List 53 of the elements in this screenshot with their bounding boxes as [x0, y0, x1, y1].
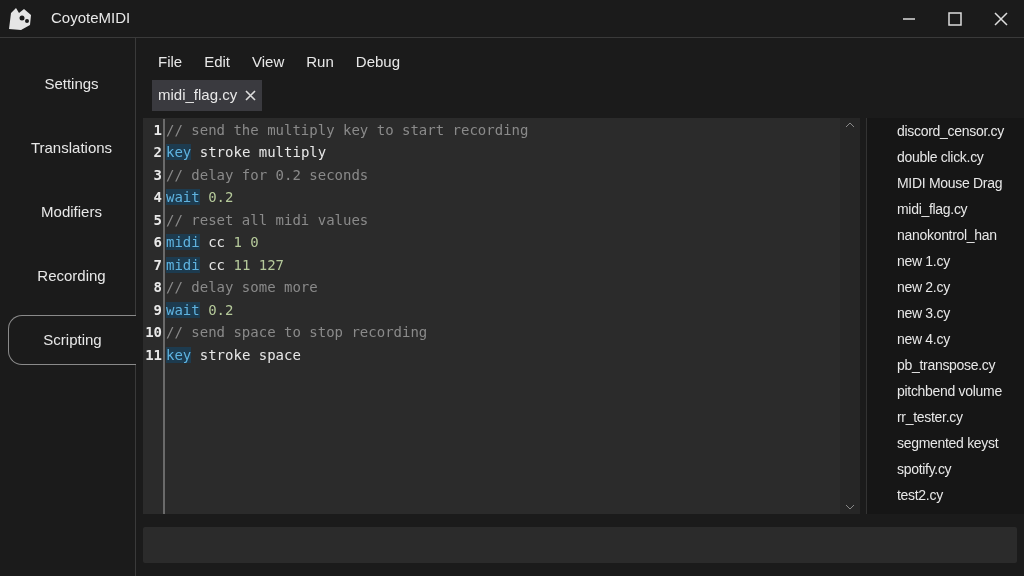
line-number: 1: [152, 120, 163, 140]
coyote-logo-icon: [7, 6, 33, 31]
tab-label: midi_flag.cy: [158, 85, 238, 106]
window-title: CoyoteMIDI: [51, 8, 131, 29]
code-line: key stroke multiply: [166, 143, 327, 163]
code-line: // send space to stop recording: [166, 323, 428, 343]
menu-item[interactable]: Debug: [347, 50, 408, 74]
file-tab[interactable]: midi_flag.cy: [152, 80, 263, 111]
file-list-item[interactable]: new 2.cy: [897, 274, 1024, 300]
line-number: 2: [152, 143, 163, 163]
line-number: 6: [152, 233, 163, 253]
code-line: // send the multiply key to start recording: [166, 120, 529, 140]
code-line: // reset all midi values: [166, 210, 369, 230]
sidebar-tab[interactable]: Modifiers: [8, 187, 135, 237]
sidebar-tab[interactable]: Recording: [8, 251, 135, 301]
menu-item[interactable]: View: [244, 50, 293, 74]
file-list-item[interactable]: rr_tester.cy: [897, 404, 1024, 430]
line-number: 8: [152, 278, 163, 298]
file-list-item[interactable]: pb_transpose.cy: [897, 352, 1024, 378]
menu-item[interactable]: File: [150, 50, 191, 74]
code-line: key stroke space: [166, 345, 301, 365]
code-line: wait 0.2: [166, 300, 234, 320]
line-number: 9: [152, 300, 163, 320]
code-line: midi cc 11 127: [166, 255, 285, 275]
file-list-item[interactable]: segmented keyst: [897, 430, 1024, 456]
line-number: 10: [144, 323, 163, 343]
sidebar-tab[interactable]: Translations: [8, 123, 135, 173]
code-line: wait 0.2: [166, 188, 234, 208]
line-number: 7: [152, 255, 163, 275]
file-list-item[interactable]: new 4.cy: [897, 326, 1024, 352]
code-line: // delay some more: [166, 278, 318, 298]
line-number: 5: [152, 210, 163, 230]
code-line: midi cc 1 0: [166, 233, 259, 253]
code-line: // delay for 0.2 seconds: [166, 165, 369, 185]
file-list-item[interactable]: nanokontrol_han: [897, 222, 1024, 248]
sidebar-tab[interactable]: Settings: [8, 59, 135, 109]
sidebar-tab[interactable]: Scripting: [8, 315, 136, 365]
menu-item[interactable]: Edit: [196, 50, 239, 74]
line-number: 3: [152, 165, 163, 185]
file-list-item[interactable]: double click.cy: [897, 144, 1024, 170]
file-list-item[interactable]: spotify.cy: [897, 456, 1024, 482]
file-list-item[interactable]: pitchbend volume: [897, 378, 1024, 404]
line-number: 4: [152, 188, 163, 208]
menu-item[interactable]: Run: [298, 50, 342, 74]
close-icon[interactable]: [245, 90, 257, 101]
file-list-item[interactable]: test2.cy: [897, 482, 1024, 508]
file-list-item[interactable]: discord_censor.cy: [897, 118, 1024, 144]
scrollbar[interactable]: [840, 118, 860, 514]
line-number: 11: [144, 345, 163, 365]
file-list-item[interactable]: new 1.cy: [897, 248, 1024, 274]
file-list-item[interactable]: midi_flag.cy: [897, 196, 1024, 222]
file-list-item[interactable]: new 3.cy: [897, 300, 1024, 326]
file-list-item[interactable]: MIDI Mouse Drag: [897, 170, 1024, 196]
